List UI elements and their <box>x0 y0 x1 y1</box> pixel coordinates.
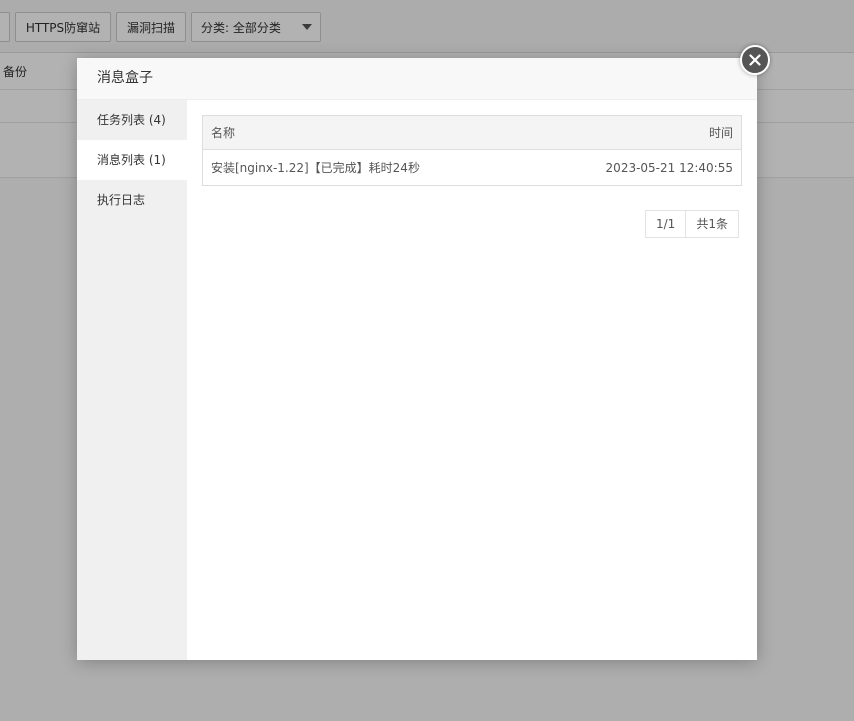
close-button[interactable] <box>740 45 770 75</box>
pagination: 1/1 共1条 <box>645 210 739 238</box>
sidebar-item-task-list[interactable]: 任务列表 (4) <box>77 100 187 140</box>
message-table: 名称 时间 安装[nginx-1.22]【已完成】耗时24秒 2023-05-2… <box>202 115 742 186</box>
dialog-sidebar: 任务列表 (4) 消息列表 (1) 执行日志 <box>77 100 187 660</box>
message-box-dialog: 消息盒子 任务列表 (4) 消息列表 (1) 执行日志 名称 时间 安装[ngi… <box>77 58 757 660</box>
table-row: 安装[nginx-1.22]【已完成】耗时24秒 2023-05-21 12:4… <box>203 150 742 186</box>
dialog-content: 名称 时间 安装[nginx-1.22]【已完成】耗时24秒 2023-05-2… <box>187 100 757 660</box>
column-header-name: 名称 <box>202 115 532 150</box>
page-indicator: 1/1 <box>645 210 687 238</box>
total-count: 共1条 <box>686 210 739 238</box>
close-icon <box>749 54 761 66</box>
message-time-cell: 2023-05-21 12:40:55 <box>605 160 733 175</box>
dialog-title: 消息盒子 <box>77 58 757 100</box>
message-name-cell: 安装[nginx-1.22]【已完成】耗时24秒 <box>211 161 420 175</box>
column-header-time: 时间 <box>531 115 742 150</box>
sidebar-item-execution-log[interactable]: 执行日志 <box>77 180 187 220</box>
sidebar-item-message-list[interactable]: 消息列表 (1) <box>77 140 187 180</box>
table-header-row: 名称 时间 <box>202 115 742 150</box>
